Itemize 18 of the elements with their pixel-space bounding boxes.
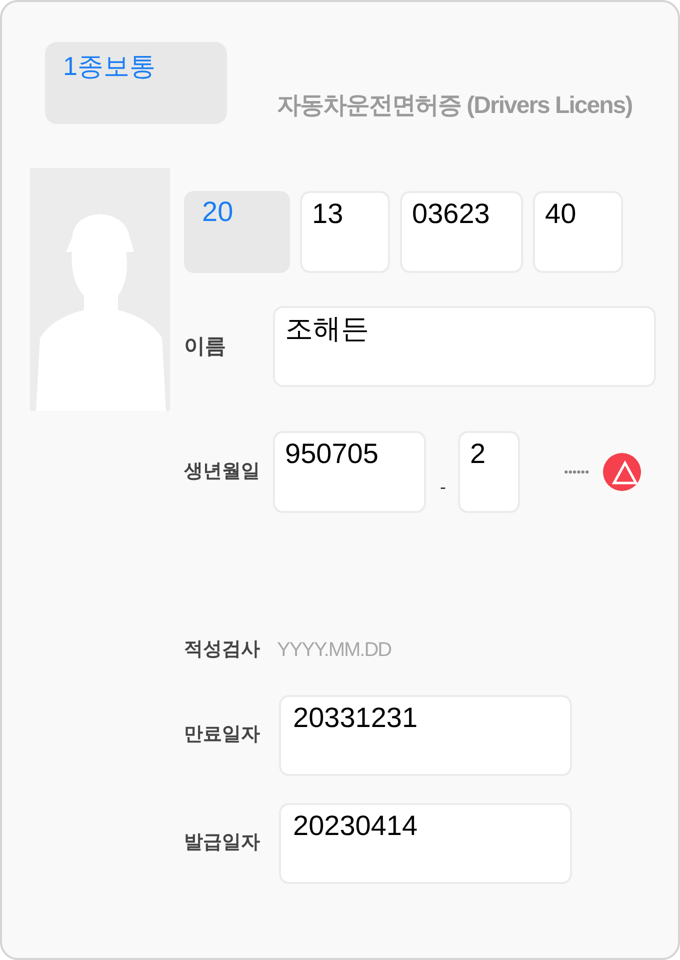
gender-digit-field[interactable]: 2 <box>458 431 520 513</box>
aptitude-date-field[interactable]: YYYY.MM.DD <box>277 635 477 665</box>
field-label: 생년월일 <box>184 460 261 484</box>
field-label: 이름 <box>184 334 227 360</box>
separator-text: - <box>440 476 446 498</box>
expiry-date-field[interactable]: 20331231 <box>279 695 572 776</box>
field-label: 만료일자 <box>184 723 261 748</box>
field-label: 발급일자 <box>184 831 261 856</box>
issue-date-field[interactable]: 20230414 <box>279 803 572 884</box>
license-number-field[interactable]: 13 <box>300 191 390 273</box>
birth-date-field[interactable]: 950705 <box>273 431 426 513</box>
field-label: 적성검사 <box>184 638 261 662</box>
license-number-field[interactable]: 03623 <box>400 191 523 273</box>
card-title: 자동차운전면허증 (Drivers Licens) <box>277 91 632 121</box>
license-number-field[interactable]: 40 <box>533 191 623 273</box>
masked-digits: •••••• <box>564 464 590 481</box>
name-field[interactable]: 조해든 <box>273 306 656 387</box>
alert-icon[interactable] <box>603 453 642 491</box>
